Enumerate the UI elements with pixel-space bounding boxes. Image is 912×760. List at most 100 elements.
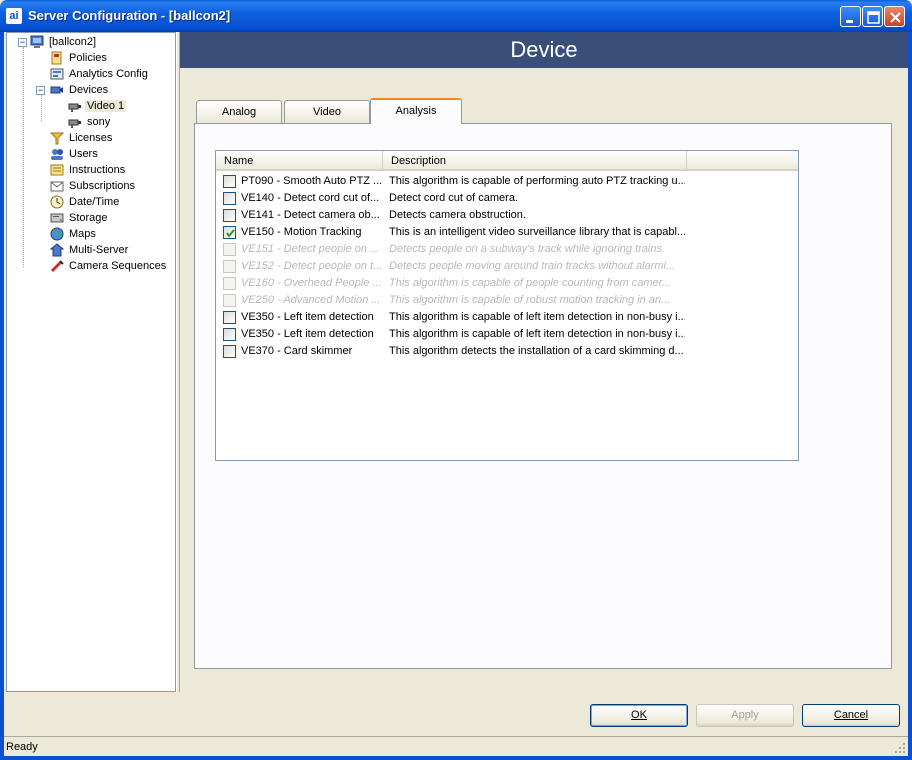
list-item[interactable]: VE350 - Left item detection This algorith…	[216, 326, 798, 343]
row-description: Detects people on a subway's track while…	[389, 243, 666, 255]
list-item: VE160 - Overhead People ... This algorith…	[216, 275, 798, 292]
checkmark-icon	[226, 229, 235, 238]
tree-item-analytics-config[interactable]: Analytics Config	[50, 66, 150, 82]
tree-item-storage[interactable]: Storage	[50, 210, 110, 226]
row-checkbox	[223, 277, 236, 290]
tree-item-users[interactable]: Users	[50, 146, 100, 162]
tree-item-sony[interactable]: sony	[68, 114, 112, 130]
title-bar[interactable]: ai Server Configuration - [ballcon2]	[0, 0, 912, 32]
apply-button[interactable]: Apply	[696, 704, 794, 727]
cancel-button-label: Cancel	[833, 709, 869, 721]
list-item: VE250 - Advanced Motion ... This algorith…	[216, 292, 798, 309]
column-header-name[interactable]: Name	[216, 151, 383, 171]
computer-icon	[30, 35, 44, 49]
instructions-icon	[50, 164, 64, 176]
users-icon	[51, 149, 63, 161]
navigation-tree[interactable]: − [ballcon2] Policies Analytics Config −…	[6, 32, 176, 692]
row-name: VE250 - Advanced Motion ...	[241, 294, 381, 306]
row-checkbox[interactable]	[223, 175, 236, 188]
ok-button[interactable]: OK	[590, 704, 688, 727]
close-button[interactable]	[884, 6, 905, 27]
license-icon	[50, 132, 64, 145]
tree-item-instructions[interactable]: Instructions	[50, 162, 127, 178]
cancel-button[interactable]: Cancel	[802, 704, 900, 727]
row-name: VE151 - Detect people on ...	[241, 243, 380, 255]
row-checkbox[interactable]	[223, 209, 236, 222]
list-item: VE152 - Detect people on t... Detects peo…	[216, 258, 798, 275]
tree-item-label: Devices	[69, 84, 109, 97]
list-item[interactable]: VE140 - Detect cord cut of... Detect cord…	[216, 190, 798, 207]
tree-item-label: Instructions	[69, 164, 126, 177]
minimize-icon	[846, 20, 853, 23]
row-description: Detect cord cut of camera.	[389, 192, 518, 204]
tree-item-devices[interactable]: Devices	[50, 82, 110, 98]
row-name: VE370 - Card skimmer	[241, 345, 353, 357]
row-description: This algorithm is capable of left item d…	[389, 311, 685, 323]
tree-item-label: Storage	[69, 212, 108, 225]
list-item[interactable]: VE150 - Motion Tracking This is an intell…	[216, 224, 798, 241]
minimize-button[interactable]	[840, 6, 861, 27]
main-panel: Device Analog Video Analysis Name Descri…	[180, 32, 908, 727]
row-checkbox[interactable]	[223, 226, 236, 239]
tree-item-label: Maps	[69, 228, 96, 241]
tree-item-policies[interactable]: Policies	[50, 50, 109, 66]
tree-item-video-1[interactable]: Video 1	[68, 98, 127, 114]
row-name: VE152 - Detect people on t...	[241, 260, 383, 272]
tree-item-camera-sequences[interactable]: Camera Sequences	[50, 258, 168, 274]
row-checkbox[interactable]	[223, 345, 236, 358]
tree-item-date-time[interactable]: Date/Time	[50, 194, 121, 210]
ok-button-label: OK	[631, 709, 647, 721]
list-item: VE151 - Detect people on ... Detects peop…	[216, 241, 798, 258]
row-description: Detects people moving around train track…	[389, 260, 676, 272]
analytics-list[interactable]: Name Description PT090 - Smooth Auto PTZ…	[215, 150, 799, 461]
row-name: VE150 - Motion Tracking	[241, 226, 362, 238]
maximize-button[interactable]	[862, 6, 883, 27]
row-name: VE140 - Detect cord cut of...	[241, 192, 380, 204]
collapse-devices-toggle[interactable]: −	[36, 86, 45, 95]
tree-item-maps[interactable]: Maps	[50, 226, 98, 242]
page-title: Device	[180, 32, 908, 68]
tree-item-subscriptions[interactable]: Subscriptions	[50, 178, 137, 194]
tree-item-label: Policies	[69, 52, 107, 65]
tree-item-label: Licenses	[69, 132, 113, 145]
row-description: This algorithm is capable of robust moti…	[389, 294, 671, 306]
status-bar: Ready	[4, 736, 908, 756]
tab-video[interactable]: Video	[284, 100, 370, 123]
row-description: This algorithm is capable of people coun…	[389, 277, 672, 289]
status-text: Ready	[6, 741, 38, 753]
row-name: PT090 - Smooth Auto PTZ ...	[241, 175, 383, 187]
list-item[interactable]: VE370 - Card skimmer This algorithm detec…	[216, 343, 798, 360]
row-checkbox[interactable]	[223, 192, 236, 205]
list-item[interactable]: VE141 - Detect camera ob... Detects camer…	[216, 207, 798, 224]
tree-item-label: Multi-Server	[69, 244, 129, 257]
column-header-filler	[687, 151, 798, 171]
devices-icon	[50, 86, 63, 94]
tab-analog[interactable]: Analog	[196, 100, 282, 123]
list-item[interactable]: VE350 - Left item detection This algorith…	[216, 309, 798, 326]
column-header-description[interactable]: Description	[383, 151, 687, 171]
tree-item-label: Camera Sequences	[69, 260, 167, 273]
close-icon	[890, 12, 901, 23]
tree-item-multi-server[interactable]: Multi-Server	[50, 242, 130, 258]
row-checkbox[interactable]	[223, 311, 236, 324]
row-description: This is an intelligent video surveillanc…	[389, 226, 685, 238]
row-name: VE350 - Left item detection	[241, 328, 374, 340]
row-checkbox[interactable]	[223, 328, 236, 341]
collapse-root-toggle[interactable]: −	[18, 38, 27, 47]
resize-grip-icon[interactable]	[894, 742, 906, 754]
row-name: VE160 - Overhead People ...	[241, 277, 382, 289]
analysis-tab-panel: Name Description PT090 - Smooth Auto PTZ…	[194, 123, 892, 669]
tree-item-root[interactable]: [ballcon2]	[30, 34, 98, 50]
tree-item-licenses[interactable]: Licenses	[50, 130, 114, 146]
row-description: This algorithm is capable of left item d…	[389, 328, 685, 340]
row-checkbox	[223, 294, 236, 307]
subscriptions-icon	[50, 181, 64, 192]
tree-item-label: Video 1	[85, 100, 127, 113]
network-icon	[50, 243, 64, 257]
tree-item-label: Subscriptions	[69, 180, 136, 193]
app-icon: ai	[6, 8, 22, 24]
sequence-icon	[50, 260, 64, 273]
storage-icon	[50, 213, 64, 223]
tab-analysis[interactable]: Analysis	[370, 98, 462, 124]
list-item[interactable]: PT090 - Smooth Auto PTZ ... This algorith…	[216, 173, 798, 190]
